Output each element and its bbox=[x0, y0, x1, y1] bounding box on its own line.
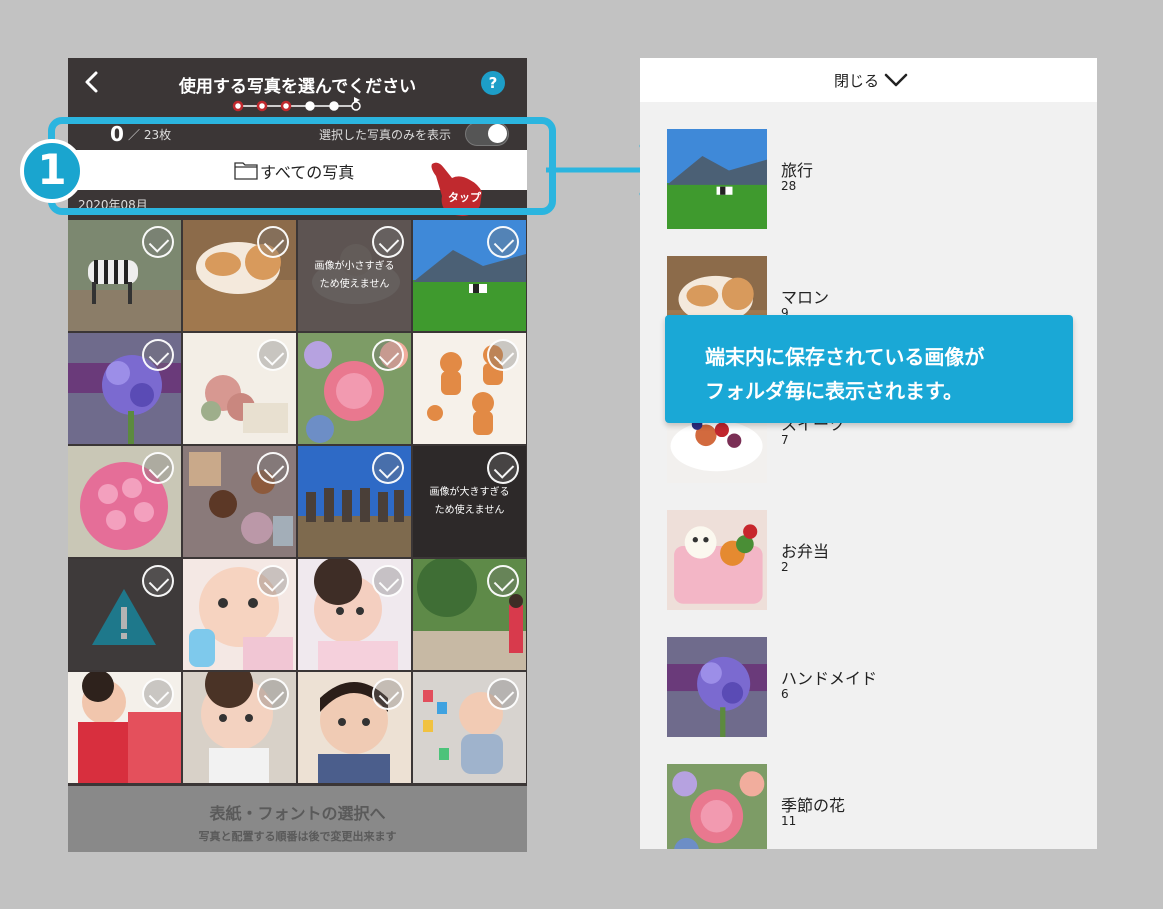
photo-tile-mountain-cows[interactable] bbox=[413, 220, 526, 331]
checkmark-icon[interactable] bbox=[257, 339, 289, 371]
checkmark-icon[interactable] bbox=[257, 226, 289, 258]
photo-tile-kimono-child[interactable] bbox=[68, 672, 181, 783]
album-count: 7 bbox=[781, 433, 789, 447]
next-step-title: 表紙・フォントの選択へ bbox=[209, 804, 386, 823]
callout-line-1: 端末内に保存されている画像が bbox=[705, 345, 985, 369]
photo-tile-baby-bib[interactable] bbox=[183, 672, 296, 783]
album-name: マロン bbox=[781, 288, 830, 307]
album-name: ハンドメイド bbox=[781, 669, 878, 688]
photo-tile-warning[interactable] bbox=[68, 559, 181, 670]
album-name: 旅行 bbox=[781, 161, 814, 180]
album-item[interactable]: 旅行 28 bbox=[667, 129, 1067, 229]
checkmark-icon[interactable] bbox=[142, 226, 174, 258]
unavailable-message: 画像が小さすぎる ため使えません bbox=[314, 261, 395, 290]
checkmark-icon[interactable] bbox=[142, 452, 174, 484]
page-title: 使用する写真を選んでください bbox=[178, 77, 417, 97]
explanation-callout: 端末内に保存されている画像が フォルダ毎に表示されます。 bbox=[665, 315, 1073, 423]
album-count: 2 bbox=[781, 560, 789, 574]
album-thumbnail bbox=[667, 637, 767, 737]
album-count: 11 bbox=[781, 814, 797, 828]
photo-tile-moai[interactable] bbox=[298, 446, 411, 557]
checkmark-icon[interactable] bbox=[487, 226, 519, 258]
callout-line-2: フォルダ毎に表示されます。 bbox=[705, 379, 963, 403]
album-item[interactable]: ハンドメイド 6 bbox=[667, 637, 1067, 737]
photo-tile-kimono-garden[interactable] bbox=[413, 559, 526, 670]
album-count: 6 bbox=[781, 687, 789, 701]
checkmark-icon[interactable] bbox=[142, 565, 174, 597]
close-bar[interactable]: 閉じる bbox=[640, 58, 1097, 102]
help-icon[interactable]: ? bbox=[481, 71, 505, 95]
checkmark-icon[interactable] bbox=[142, 339, 174, 371]
folder-highlight-frame bbox=[48, 117, 556, 215]
album-item[interactable]: 季節の花 11 bbox=[667, 764, 1067, 849]
step-progress-indicator bbox=[232, 97, 361, 112]
checkmark-icon[interactable] bbox=[257, 452, 289, 484]
album-name: 季節の花 bbox=[781, 796, 846, 815]
photo-tile-toddler[interactable] bbox=[298, 672, 411, 783]
photo-tile-purple-bouquet[interactable] bbox=[68, 333, 181, 444]
photo-tile-too-large[interactable]: 画像が大きすぎる ため使えません bbox=[413, 446, 526, 557]
checkmark-icon[interactable] bbox=[257, 678, 289, 710]
checkmark-icon[interactable] bbox=[372, 452, 404, 484]
step-number-badge: 1 bbox=[20, 139, 84, 203]
album-thumbnail bbox=[667, 129, 767, 229]
photo-tile-zebra[interactable] bbox=[68, 220, 181, 331]
photo-tile-baby-lying[interactable] bbox=[298, 559, 411, 670]
checkmark-icon[interactable] bbox=[257, 565, 289, 597]
album-thumbnail bbox=[667, 510, 767, 610]
chevron-down-icon bbox=[884, 73, 908, 87]
photo-tile-rose-ball[interactable] bbox=[68, 446, 181, 557]
next-step-button[interactable]: 表紙・フォントの選択へ 写真と配置する順番は後で変更出来ます bbox=[68, 786, 527, 852]
photo-tile-spices[interactable] bbox=[183, 446, 296, 557]
album-name: お弁当 bbox=[781, 542, 830, 561]
checkmark-icon[interactable] bbox=[372, 339, 404, 371]
checkmark-icon[interactable] bbox=[372, 678, 404, 710]
album-count: 28 bbox=[781, 179, 797, 193]
checkmark-icon[interactable] bbox=[142, 678, 174, 710]
photo-tile-cat[interactable] bbox=[183, 220, 296, 331]
close-label: 閉じる bbox=[834, 72, 880, 90]
checkmark-icon[interactable] bbox=[487, 678, 519, 710]
album-thumbnail bbox=[667, 764, 767, 849]
folder-list-screen: 閉じる 旅行 28 マロン 9 スイーツ 7 お弁当 2 ハンドメイド 6 季節の花 11 bbox=[640, 58, 1097, 849]
album-item[interactable]: お弁当 2 bbox=[667, 510, 1067, 610]
photo-tile-baby-blocks[interactable] bbox=[413, 672, 526, 783]
checkmark-icon[interactable] bbox=[487, 452, 519, 484]
photo-tile-baby-bottle[interactable] bbox=[183, 559, 296, 670]
photo-tile-dried-flowers[interactable] bbox=[183, 333, 296, 444]
checkmark-icon[interactable] bbox=[372, 565, 404, 597]
checkmark-icon[interactable] bbox=[487, 339, 519, 371]
checkmark-icon[interactable] bbox=[487, 565, 519, 597]
photo-tile-cake-too-small[interactable]: 画像が小さすぎる ため使えません bbox=[298, 220, 411, 331]
photo-tile-pink-ranunculus[interactable] bbox=[298, 333, 411, 444]
unavailable-message: 画像が大きすぎる ため使えません bbox=[429, 487, 510, 516]
checkmark-icon[interactable] bbox=[372, 226, 404, 258]
next-step-subtitle: 写真と配置する順番は後で変更出来ます bbox=[198, 830, 397, 843]
photo-tile-gingerbread[interactable] bbox=[413, 333, 526, 444]
